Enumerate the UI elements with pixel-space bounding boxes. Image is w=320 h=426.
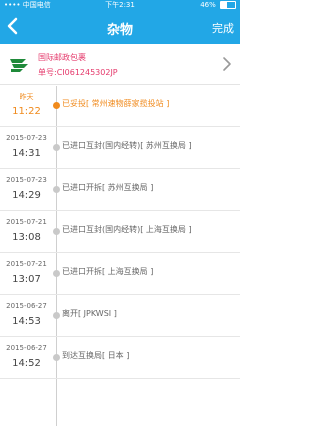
done-button[interactable]: 完成 xyxy=(212,20,234,36)
timeline-dot xyxy=(53,186,60,193)
timeline-event: 2015-07-23 14:29 已进口开拆[ 苏州互换局 ] xyxy=(0,170,240,211)
timeline-event: 2015-07-21 13:08 已进口互封(国内经转)[ 上海互换局 ] xyxy=(0,212,240,253)
carrier-name: 国际邮政包裹 xyxy=(38,53,86,62)
timeline-dot xyxy=(53,102,60,109)
timeline-dot xyxy=(53,144,60,151)
event-status: 离开[ JPKWSI ] xyxy=(62,309,117,318)
tracking-timeline: 昨天 11:22 已妥投[ 常州速物薛家揽投站 ] 2015-07-23 14:… xyxy=(0,86,240,426)
event-time: 13:07 xyxy=(12,274,41,285)
timeline-dot xyxy=(53,270,60,277)
event-status: 已妥投[ 常州速物薛家揽投站 ] xyxy=(62,99,170,108)
timeline-event: 2015-06-27 14:53 离开[ JPKWSI ] xyxy=(0,296,240,337)
event-time: 11:22 xyxy=(12,106,41,117)
timeline-dot xyxy=(53,312,60,319)
chevron-right-icon xyxy=(223,57,231,71)
navigation-bar: 杂物 完成 xyxy=(0,12,240,44)
event-date: 2015-07-21 xyxy=(6,218,47,226)
event-time: 14:52 xyxy=(12,358,41,369)
event-date: 2015-07-23 xyxy=(6,176,47,184)
event-time: 13:08 xyxy=(12,232,41,243)
battery-icon xyxy=(220,1,236,9)
event-time: 14:29 xyxy=(12,190,41,201)
event-status: 已进口开拆[ 上海互换局 ] xyxy=(62,267,154,276)
event-status: 到达互换局[ 日本 ] xyxy=(62,351,130,360)
page-title: 杂物 xyxy=(106,23,133,38)
event-date: 2015-07-21 xyxy=(6,260,47,268)
status-bar: •••• 中国电信 下午2:31 46% xyxy=(0,0,240,10)
event-date: 2015-06-27 xyxy=(6,344,47,352)
timeline-event: 2015-06-27 14:52 到达互换局[ 日本 ] xyxy=(0,338,240,379)
package-summary[interactable]: 国际邮政包裹 单号:CI061245302JP xyxy=(0,44,240,85)
event-date: 昨天 xyxy=(19,93,34,101)
event-time: 14:53 xyxy=(12,316,41,327)
event-date: 2015-06-27 xyxy=(6,302,47,310)
timeline-event: 昨天 11:22 已妥投[ 常州速物薛家揽投站 ] xyxy=(0,86,240,127)
battery-percent: 46% xyxy=(200,1,216,9)
timeline-dot xyxy=(53,354,60,361)
timeline-event: 2015-07-21 13:07 已进口开拆[ 上海互换局 ] xyxy=(0,254,240,295)
battery-indicator: 46% xyxy=(200,0,236,10)
event-time: 14:31 xyxy=(12,148,41,159)
timeline-event: 2015-07-23 14:31 已进口互封(国内经转)[ 苏州互换局 ] xyxy=(0,128,240,169)
header: •••• 中国电信 下午2:31 46% 杂物 完成 xyxy=(0,0,240,44)
event-status: 已进口互封(国内经转)[ 苏州互换局 ] xyxy=(62,141,192,150)
event-date: 2015-07-23 xyxy=(6,134,47,142)
tracking-number: 单号:CI061245302JP xyxy=(38,68,118,77)
event-status: 已进口开拆[ 苏州互换局 ] xyxy=(62,183,154,192)
timeline-dot xyxy=(53,228,60,235)
event-status: 已进口互封(国内经转)[ 上海互换局 ] xyxy=(62,225,192,234)
china-post-logo-icon xyxy=(8,53,30,75)
